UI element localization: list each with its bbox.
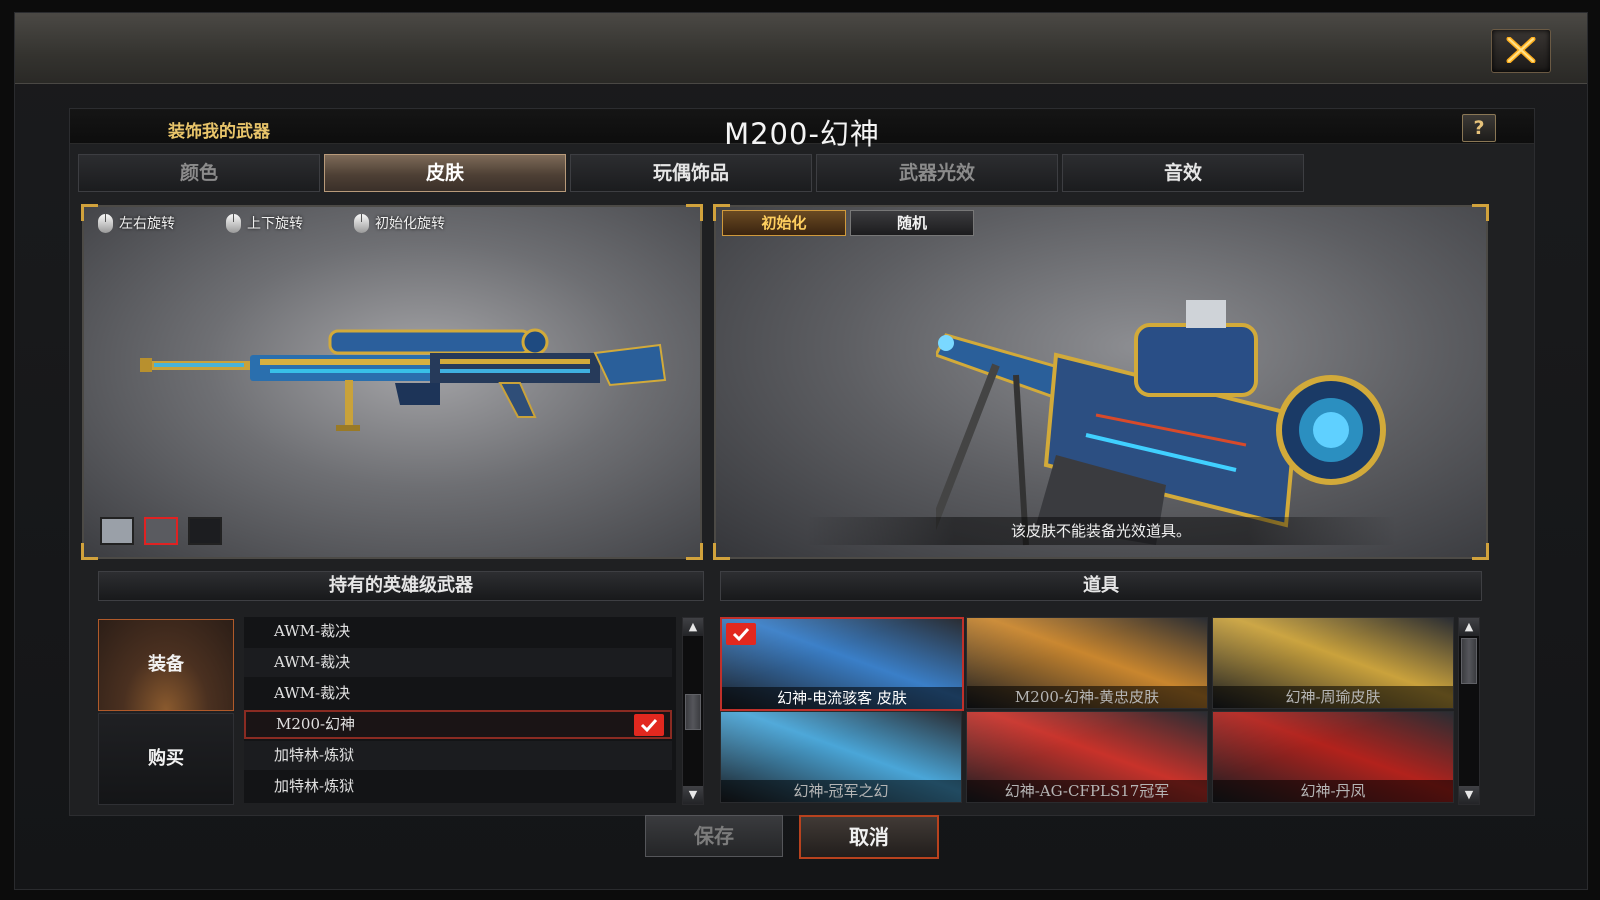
sniper-rifle-first-person-image	[936, 300, 1386, 546]
item-label: 幻神-电流骇客 皮肤	[722, 687, 962, 709]
item-card[interactable]: M200-幻神-黄忠皮肤	[966, 617, 1208, 709]
weapon-row-label: 加特林-炼狱	[274, 746, 355, 764]
scroll-down-arrow-icon[interactable]: ▼	[683, 786, 703, 804]
tab-weapon-effect[interactable]: 武器光效	[816, 154, 1058, 192]
items-grid: 幻神-电流骇客 皮肤 M200-幻神-黄忠皮肤 幻神-周瑜皮肤 幻神-冠军之幻 …	[720, 617, 1454, 803]
corner-ornament	[686, 204, 703, 221]
scroll-thumb[interactable]	[685, 694, 701, 730]
weapon-row-label: AWM-裁决	[274, 684, 351, 702]
dialog-titlebar	[15, 13, 1587, 84]
weapon-row[interactable]: AWM-裁决	[244, 617, 672, 646]
mouse-icon	[98, 213, 113, 233]
reset-button[interactable]: 初始化	[722, 210, 846, 236]
cancel-button[interactable]: 取消	[799, 815, 939, 859]
items-scrollbar[interactable]: ▲ ▼	[1458, 617, 1480, 805]
equip-button[interactable]: 装备	[98, 619, 234, 711]
tab-charm[interactable]: 玩偶饰品	[570, 154, 812, 192]
close-button[interactable]	[1491, 29, 1551, 73]
weapon-row[interactable]: AWM-裁决	[244, 679, 672, 708]
customization-panel: 装饰我的武器 M200-幻神 ? 颜色 皮肤 玩偶饰品 武器光效 音效 左右旋转	[69, 108, 1535, 816]
owned-weapons-header: 持有的英雄级武器	[98, 571, 704, 601]
corner-ornament	[713, 543, 730, 560]
item-label: 幻神-周瑜皮肤	[1213, 686, 1453, 708]
help-button[interactable]: ?	[1462, 114, 1496, 142]
random-button[interactable]: 随机	[850, 210, 974, 236]
items-header: 道具	[720, 571, 1482, 601]
corner-ornament	[1472, 204, 1489, 221]
scroll-up-arrow-icon[interactable]: ▲	[683, 618, 703, 636]
weapon-row[interactable]: 加特林-炼狱	[244, 741, 672, 770]
item-label: 幻神-AG-CFPLS17冠军	[967, 780, 1207, 802]
item-label: M200-幻神-黄忠皮肤	[967, 686, 1207, 708]
rotate-vertical-hint: 上下旋转	[226, 213, 303, 233]
rotate-reset-hint: 初始化旋转	[354, 213, 445, 233]
decorate-weapon-dialog: 装饰我的武器 M200-幻神 ? 颜色 皮肤 玩偶饰品 武器光效 音效 左右旋转	[14, 12, 1588, 890]
weapon-list-scrollbar[interactable]: ▲ ▼	[682, 617, 704, 805]
weapon-row-selected[interactable]: M200-幻神	[244, 710, 672, 739]
checkmark-icon	[726, 623, 756, 645]
weapon-row-label: M200-幻神	[276, 715, 356, 733]
item-label: 幻神-冠军之幻	[721, 780, 961, 802]
item-card[interactable]: 幻神-丹凤	[1212, 711, 1454, 803]
owned-weapons-list: AWM-裁决 AWM-裁决 AWM-裁决 M200-幻神 加特林-炼狱 加特林-…	[244, 617, 676, 803]
background-swatch-light[interactable]	[100, 517, 134, 545]
header-bar: 装饰我的武器 M200-幻神 ?	[70, 109, 1534, 151]
item-label: 幻神-丹凤	[1213, 780, 1453, 802]
background-swatch-gray[interactable]	[144, 517, 178, 545]
mouse-icon	[226, 213, 241, 233]
save-button[interactable]: 保存	[645, 815, 783, 857]
item-card[interactable]: 幻神-电流骇客 皮肤	[720, 617, 964, 711]
skin-notice: 该皮肤不能装备光效道具。	[806, 517, 1396, 545]
item-card[interactable]: 幻神-AG-CFPLS17冠军	[966, 711, 1208, 803]
rotate-reset-label: 初始化旋转	[375, 216, 445, 232]
item-card[interactable]: 幻神-冠军之幻	[720, 711, 962, 803]
corner-ornament	[81, 543, 98, 560]
tab-sound[interactable]: 音效	[1062, 154, 1304, 192]
weapon-title: M200-幻神	[724, 117, 880, 151]
tab-color[interactable]: 颜色	[78, 154, 320, 192]
sniper-rifle-side-image	[140, 328, 667, 431]
rotate-horizontal-label: 左右旋转	[119, 216, 175, 232]
first-person-preview-panel[interactable]: 初始化 随机 该皮肤不能装备光效道具。	[713, 204, 1489, 560]
weapon-row-label: AWM-裁决	[274, 622, 351, 640]
weapon-row[interactable]: 加特林-炼狱	[244, 772, 672, 801]
weapon-preview-panel[interactable]: 左右旋转 上下旋转 初始化旋转	[81, 204, 703, 560]
scroll-up-arrow-icon[interactable]: ▲	[1459, 618, 1479, 636]
weapon-row-label: 加特林-炼狱	[274, 777, 355, 795]
checkmark-icon	[634, 714, 664, 736]
weapon-row[interactable]: AWM-裁决	[244, 648, 672, 677]
corner-ornament	[686, 543, 703, 560]
weapon-row-label: AWM-裁决	[274, 653, 351, 671]
background-swatch-dark[interactable]	[188, 517, 222, 545]
item-card[interactable]: 幻神-周瑜皮肤	[1212, 617, 1454, 709]
mouse-icon	[354, 213, 369, 233]
close-x-icon	[1506, 37, 1536, 63]
buy-button[interactable]: 购买	[98, 713, 234, 805]
corner-ornament	[1472, 543, 1489, 560]
scroll-thumb[interactable]	[1461, 638, 1477, 684]
rotate-horizontal-hint: 左右旋转	[98, 213, 175, 233]
tab-skin[interactable]: 皮肤	[324, 154, 566, 192]
corner-ornament	[81, 204, 98, 221]
scroll-down-arrow-icon[interactable]: ▼	[1459, 786, 1479, 804]
rotate-vertical-label: 上下旋转	[247, 216, 303, 232]
